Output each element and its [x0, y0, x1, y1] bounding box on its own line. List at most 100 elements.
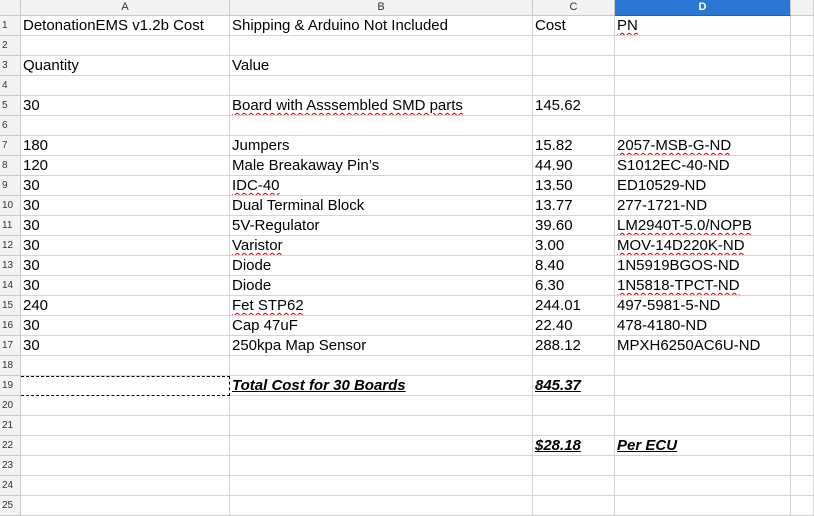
cell-d[interactable]: S1012EC-40-ND: [615, 156, 791, 176]
row-header[interactable]: 3: [0, 56, 21, 76]
row-header[interactable]: 19: [0, 376, 21, 396]
cell-e[interactable]: [791, 476, 814, 496]
cell-c[interactable]: 244.01: [533, 296, 615, 316]
cell-a[interactable]: [21, 416, 230, 436]
column-header-e[interactable]: [791, 0, 814, 16]
row-header[interactable]: 14: [0, 276, 21, 296]
cell-d[interactable]: 2057-MSB-G-ND: [615, 136, 791, 156]
cell-d[interactable]: ED10529-ND: [615, 176, 791, 196]
cell-b[interactable]: [230, 476, 533, 496]
cell-e[interactable]: [791, 76, 814, 96]
cell-b[interactable]: Diode: [230, 256, 533, 276]
select-all-corner[interactable]: [0, 0, 21, 16]
cell-b[interactable]: Board with Asssembled SMD parts: [230, 96, 533, 116]
row-header[interactable]: 7: [0, 136, 21, 156]
cell-a[interactable]: [21, 76, 230, 96]
cell-b[interactable]: Male Breakaway Pin’s: [230, 156, 533, 176]
row-header[interactable]: 24: [0, 476, 21, 496]
cell-a[interactable]: [21, 456, 230, 476]
cell-c[interactable]: [533, 496, 615, 516]
cell-a[interactable]: 30: [21, 176, 230, 196]
cell-e[interactable]: [791, 276, 814, 296]
cell-d[interactable]: [615, 96, 791, 116]
cell-b[interactable]: [230, 456, 533, 476]
cell-c[interactable]: [533, 76, 615, 96]
cell-d[interactable]: MOV-14D220K-ND: [615, 236, 791, 256]
cell-a[interactable]: [21, 36, 230, 56]
cell-a[interactable]: DetonationEMS v1.2b Cost: [21, 16, 230, 36]
cell-e[interactable]: [791, 36, 814, 56]
cell-a[interactable]: [21, 356, 230, 376]
cell-a[interactable]: [21, 496, 230, 516]
cell-b[interactable]: [230, 76, 533, 96]
cell-b[interactable]: 250kpa Map Sensor: [230, 336, 533, 356]
column-header-c[interactable]: C: [533, 0, 615, 16]
cell-c[interactable]: 22.40: [533, 316, 615, 336]
cell-b[interactable]: Value: [230, 56, 533, 76]
cell-e[interactable]: [791, 396, 814, 416]
cell-d[interactable]: LM2940T-5.0/NOPB: [615, 216, 791, 236]
cell-d[interactable]: [615, 416, 791, 436]
cell-a[interactable]: 30: [21, 256, 230, 276]
cell-c[interactable]: [533, 36, 615, 56]
row-header[interactable]: 25: [0, 496, 21, 516]
cell-c[interactable]: 845.37: [533, 376, 615, 396]
cell-d[interactable]: 497-5981-5-ND: [615, 296, 791, 316]
cell-e[interactable]: [791, 496, 814, 516]
column-header-b[interactable]: B: [230, 0, 533, 16]
row-header[interactable]: 15: [0, 296, 21, 316]
cell-c[interactable]: Cost: [533, 16, 615, 36]
cell-b[interactable]: 5V-Regulator: [230, 216, 533, 236]
row-header[interactable]: 18: [0, 356, 21, 376]
row-header[interactable]: 16: [0, 316, 21, 336]
cell-b[interactable]: Varistor: [230, 236, 533, 256]
row-header[interactable]: 17: [0, 336, 21, 356]
column-header-a[interactable]: A: [21, 0, 230, 16]
row-header[interactable]: 13: [0, 256, 21, 276]
cell-e[interactable]: [791, 436, 814, 456]
cell-a[interactable]: 30: [21, 316, 230, 336]
cell-c[interactable]: 13.50: [533, 176, 615, 196]
cell-b[interactable]: Diode: [230, 276, 533, 296]
cell-d[interactable]: 478-4180-ND: [615, 316, 791, 336]
cell-c[interactable]: 13.77: [533, 196, 615, 216]
cell-c[interactable]: 39.60: [533, 216, 615, 236]
cell-e[interactable]: [791, 176, 814, 196]
row-header[interactable]: 21: [0, 416, 21, 436]
cell-c[interactable]: [533, 116, 615, 136]
row-header[interactable]: 5: [0, 96, 21, 116]
cell-e[interactable]: [791, 296, 814, 316]
cell-b[interactable]: [230, 496, 533, 516]
cell-a[interactable]: [21, 436, 230, 456]
cell-d[interactable]: [615, 456, 791, 476]
cell-a[interactable]: [21, 116, 230, 136]
cell-d[interactable]: Per ECU: [615, 436, 791, 456]
cell-a[interactable]: 120: [21, 156, 230, 176]
cell-d[interactable]: 1N5919BGOS-ND: [615, 256, 791, 276]
cell-d[interactable]: PN: [615, 16, 791, 36]
row-header[interactable]: 4: [0, 76, 21, 96]
cell-c[interactable]: 288.12: [533, 336, 615, 356]
row-header[interactable]: 10: [0, 196, 21, 216]
cell-a[interactable]: 240: [21, 296, 230, 316]
row-header[interactable]: 20: [0, 396, 21, 416]
row-header[interactable]: 8: [0, 156, 21, 176]
cell-a[interactable]: 30: [21, 236, 230, 256]
cell-d[interactable]: [615, 496, 791, 516]
cell-d[interactable]: [615, 376, 791, 396]
cell-b[interactable]: [230, 116, 533, 136]
cell-a[interactable]: 30: [21, 336, 230, 356]
cell-b[interactable]: Total Cost for 30 Boards: [230, 376, 533, 396]
cell-d[interactable]: [615, 356, 791, 376]
cell-c[interactable]: [533, 476, 615, 496]
cell-e[interactable]: [791, 196, 814, 216]
cell-e[interactable]: [791, 16, 814, 36]
cell-a[interactable]: [21, 396, 230, 416]
cell-b[interactable]: Cap 47uF: [230, 316, 533, 336]
cell-c[interactable]: [533, 56, 615, 76]
column-header-d[interactable]: D: [615, 0, 791, 16]
cell-e[interactable]: [791, 416, 814, 436]
cell-e[interactable]: [791, 256, 814, 276]
row-header[interactable]: 2: [0, 36, 21, 56]
cell-d[interactable]: 1N5818-TPCT-ND: [615, 276, 791, 296]
